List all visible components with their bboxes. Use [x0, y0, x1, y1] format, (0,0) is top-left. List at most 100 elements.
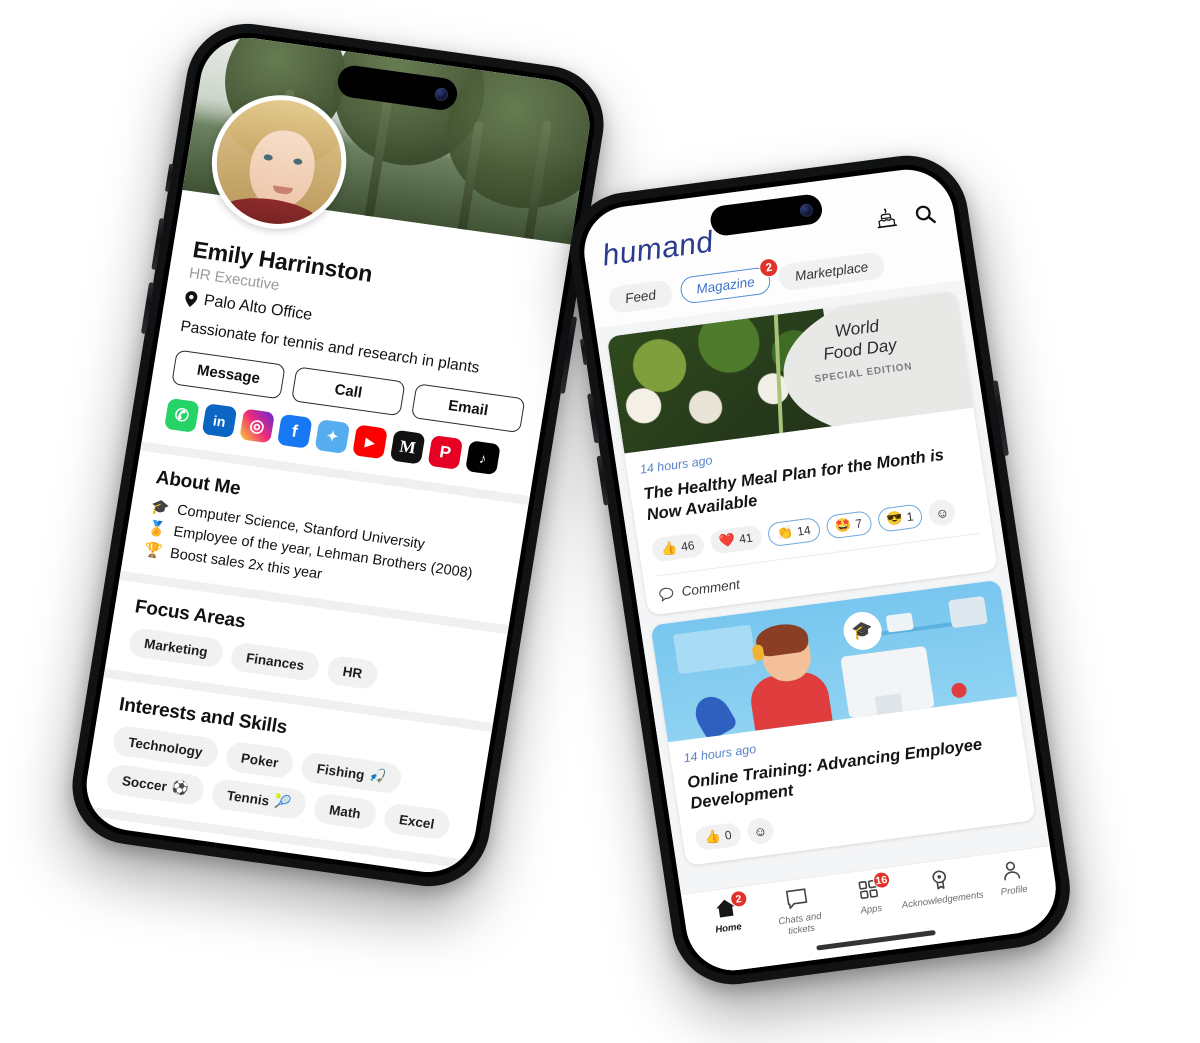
profile-screen: Emily Harrinston HR Executive Palo Alto … [79, 31, 597, 879]
languages-chips: English Spanish Italian [89, 861, 442, 879]
star-struck-icon: 🤩 [834, 516, 853, 534]
pinterest-icon[interactable]: P [427, 434, 464, 470]
tab-magazine-label: Magazine [695, 274, 756, 297]
instagram-icon[interactable]: ◎ [239, 408, 275, 444]
phone-bezel: humand Feed Magazine 2 Marketplace World… [572, 158, 1068, 982]
twitter-icon[interactable]: ✦ [314, 419, 351, 455]
email-button[interactable]: Email [410, 383, 526, 434]
location-pin-icon [185, 291, 198, 307]
volume-up-button[interactable] [587, 393, 600, 444]
linkedin-icon[interactable]: in [201, 403, 238, 439]
volume-down-button[interactable] [596, 455, 609, 506]
feed-screen: humand Feed Magazine 2 Marketplace World… [577, 164, 1063, 976]
volume-up-button[interactable] [151, 217, 165, 270]
chip-soccer[interactable]: Soccer ⚽ [104, 763, 206, 807]
add-reaction-icon[interactable]: ☺ [927, 498, 958, 528]
power-button[interactable] [559, 316, 578, 394]
soccer-ball-icon: ⚽ [170, 779, 190, 797]
humand-logo: humand [600, 225, 716, 273]
reaction-heart[interactable]: ❤️ 41 [708, 524, 764, 556]
nav-apps[interactable]: 16 Apps [831, 870, 908, 920]
tab-magazine[interactable]: Magazine 2 [678, 256, 780, 305]
chip-poker[interactable]: Poker [223, 740, 296, 780]
heart-icon: ❤️ [718, 532, 737, 550]
front-camera-icon [434, 86, 450, 102]
nav-profile-label: Profile [999, 883, 1029, 899]
post-card-online-training[interactable]: 🎓 14 hours ago Online Training: Advancin… [650, 579, 1036, 867]
chip-english[interactable]: English [89, 861, 172, 879]
feed-list[interactable]: World Food Day SPECIAL EDITION 14 hours … [595, 279, 1050, 894]
chip-technology[interactable]: Technology [111, 724, 220, 769]
front-camera-icon [799, 202, 814, 218]
chip-label: Poker [239, 749, 280, 771]
monitor-stand [874, 693, 904, 715]
screenshot-stage: Emily Harrinston HR Executive Palo Alto … [0, 0, 1200, 1043]
chip-label: Tennis [225, 787, 271, 809]
mute-switch[interactable] [579, 338, 588, 366]
chip-label: Excel [398, 811, 436, 832]
ring-light-icon [948, 596, 989, 629]
mute-switch[interactable] [164, 163, 174, 192]
search-icon[interactable] [912, 202, 937, 227]
tab-feed[interactable]: Feed [607, 279, 674, 315]
nav-apps-label: Apps [859, 902, 883, 917]
nav-profile[interactable]: Profile [974, 856, 1051, 901]
tab-marketplace[interactable]: Marketplace [777, 251, 886, 292]
nav-chats-label: Chats and tickets [777, 910, 823, 938]
post-card-world-food-day[interactable]: World Food Day SPECIAL EDITION 14 hours … [606, 290, 998, 616]
tab-magazine-badge: 2 [758, 256, 780, 279]
clap-icon: 👏 [776, 524, 795, 542]
birthday-cake-icon[interactable] [873, 206, 900, 233]
phone-bezel: Emily Harrinston HR Executive Palo Alto … [74, 26, 602, 884]
chip-marketing[interactable]: Marketing [127, 626, 225, 669]
chip-label: Fishing [315, 760, 366, 783]
reaction-count: 14 [796, 523, 812, 539]
languages-heading: Languages [95, 831, 197, 866]
comment-label: Comment [680, 576, 741, 600]
thumbs-up-icon: 👍 [659, 539, 679, 557]
reaction-count: 41 [738, 530, 754, 547]
header-icons [873, 201, 938, 233]
chip-fishing[interactable]: Fishing 🎣 [299, 751, 404, 795]
reaction-thumbs-up[interactable]: 👍 46 [650, 532, 706, 563]
nav-acknowledgements[interactable]: Acknowledgements [901, 865, 984, 911]
wall-poster [673, 624, 756, 675]
chip-tennis[interactable]: Tennis 🎾 [209, 777, 309, 821]
tiktok-icon[interactable]: ♪ [465, 440, 501, 476]
chip-label: Technology [127, 734, 204, 760]
message-button[interactable]: Message [171, 349, 286, 400]
youtube-icon[interactable]: ▶ [352, 424, 388, 460]
feed-phone-mockup: humand Feed Magazine 2 Marketplace World… [561, 148, 1079, 992]
chat-icon [785, 888, 808, 910]
headphones-icon [751, 644, 765, 662]
reaction-thumbs-up[interactable]: 👍 0 [694, 822, 743, 852]
reaction-clap[interactable]: 👏 14 [766, 517, 822, 548]
add-reaction-icon[interactable]: ☺ [745, 816, 776, 846]
apple-icon [950, 682, 968, 699]
reaction-count: 0 [723, 828, 733, 844]
nav-chats[interactable]: Chats and tickets [760, 884, 838, 940]
power-button[interactable] [992, 380, 1009, 457]
profile-person-icon [1004, 861, 1021, 881]
tennis-ball-icon: 🎾 [273, 793, 293, 811]
nav-home-label: Home [714, 921, 743, 936]
chip-label: Soccer [121, 772, 169, 794]
medium-icon[interactable]: M [389, 429, 426, 465]
nav-home[interactable]: 2 Home [688, 889, 765, 939]
chip-math[interactable]: Math [312, 792, 378, 831]
reaction-star-struck[interactable]: 🤩 7 [824, 510, 873, 540]
chip-finances[interactable]: Finances [229, 641, 322, 683]
facebook-icon[interactable]: f [276, 413, 313, 449]
reaction-cool[interactable]: 😎 1 [876, 503, 925, 534]
thumbs-up-icon: 👍 [703, 828, 722, 846]
reaction-count: 46 [680, 538, 696, 555]
fishing-pole-icon: 🎣 [368, 767, 388, 785]
chip-spanish[interactable]: Spanish [176, 874, 263, 879]
whatsapp-icon[interactable]: ✆ [163, 397, 200, 433]
reaction-count: 7 [854, 516, 864, 532]
chip-hr[interactable]: HR [325, 654, 380, 691]
graduation-cap-bubble-icon: 🎓 [841, 610, 885, 653]
chip-excel[interactable]: Excel [382, 802, 452, 841]
call-button[interactable]: Call [291, 366, 406, 417]
volume-down-button[interactable] [140, 282, 155, 335]
